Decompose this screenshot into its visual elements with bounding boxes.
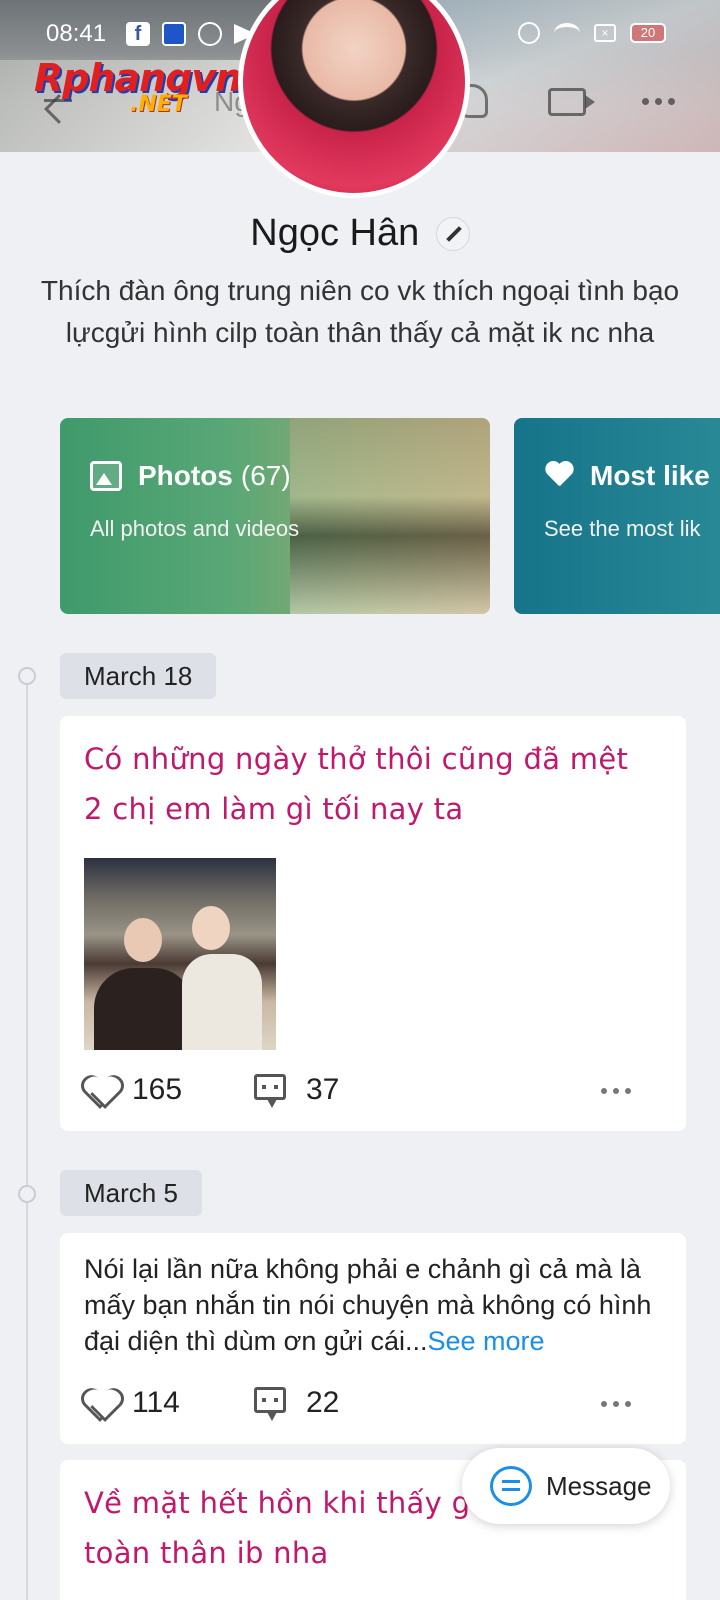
chat-bubble-icon xyxy=(490,1466,532,1506)
date-chip: March 5 xyxy=(60,1170,202,1216)
alarm-icon xyxy=(518,22,540,44)
like-count: 114 xyxy=(132,1386,180,1419)
edit-pencil-icon[interactable] xyxy=(435,216,470,251)
message-label: Message xyxy=(546,1471,652,1501)
post-actions: 114 22 xyxy=(84,1383,669,1423)
heart-icon xyxy=(544,462,574,490)
wifi-icon xyxy=(554,23,580,43)
post-card[interactable]: Có những ngày thở thôi cũng đã mệt 2 chị… xyxy=(60,716,686,1131)
post-text: Nói lại lần nữa không phải e chảnh gì cả… xyxy=(84,1254,652,1356)
post-text-line: Có những ngày thở thôi cũng đã mệt xyxy=(84,742,629,776)
profile-name-row: Ngọc Hân xyxy=(0,212,720,255)
comment-icon[interactable] xyxy=(254,1387,286,1421)
post-text-line: Về mặt hết hồn khi thấy gì c xyxy=(84,1486,505,1520)
app-notification-icon xyxy=(162,22,186,46)
timeline-line xyxy=(26,676,28,1600)
post-photo[interactable] xyxy=(84,858,276,1050)
sim-off-icon: × xyxy=(594,24,616,42)
album-subtitle: All photos and videos xyxy=(90,516,300,541)
like-heart-icon[interactable] xyxy=(84,1387,118,1419)
image-icon xyxy=(90,461,122,491)
profile-avatar[interactable] xyxy=(238,0,470,198)
like-heart-icon[interactable] xyxy=(84,1074,118,1106)
album-title: Photos xyxy=(138,460,233,491)
post-actions: 165 37 xyxy=(84,1070,669,1110)
album-cover-photo xyxy=(290,418,490,614)
facebook-notification-icon: f xyxy=(126,22,150,46)
post-more-icon[interactable] xyxy=(601,1088,631,1094)
post-card[interactable]: Nói lại lần nữa không phải e chảnh gì cả… xyxy=(60,1233,686,1444)
comment-count: 22 xyxy=(306,1386,340,1419)
comment-icon[interactable] xyxy=(254,1074,286,1108)
timeline-dot xyxy=(18,1185,36,1203)
comment-count: 37 xyxy=(306,1073,340,1106)
album-title: Most like xyxy=(590,460,710,491)
message-button[interactable]: Message xyxy=(462,1448,670,1524)
timeline-dot xyxy=(18,667,36,685)
post-text-line: toàn thân ib nha xyxy=(84,1536,329,1570)
watermark-logo: Rphangvn .NET xyxy=(34,56,242,117)
like-count: 165 xyxy=(132,1073,183,1106)
profile-name: Ngọc Hân xyxy=(250,212,420,254)
post-more-icon[interactable] xyxy=(601,1401,631,1407)
status-time: 08:41 xyxy=(46,20,107,47)
battery-icon: 20 xyxy=(630,23,666,43)
profile-bio: Thích đàn ông trung niên co vk thích ngo… xyxy=(40,275,680,348)
game-notification-icon xyxy=(198,22,222,46)
most-liked-album-card[interactable]: Most like See the most lik xyxy=(514,418,720,614)
date-chip: March 18 xyxy=(60,653,217,699)
album-count: (67) xyxy=(240,460,291,491)
more-options-icon[interactable] xyxy=(642,98,675,105)
post-text-line: 2 chị em làm gì tối nay ta xyxy=(84,792,464,826)
photos-album-card[interactable]: Photos (67) All photos and videos xyxy=(60,418,490,614)
see-more-link[interactable]: See more xyxy=(427,1326,544,1356)
video-call-icon[interactable] xyxy=(548,88,595,116)
album-subtitle: See the most lik xyxy=(544,516,701,541)
